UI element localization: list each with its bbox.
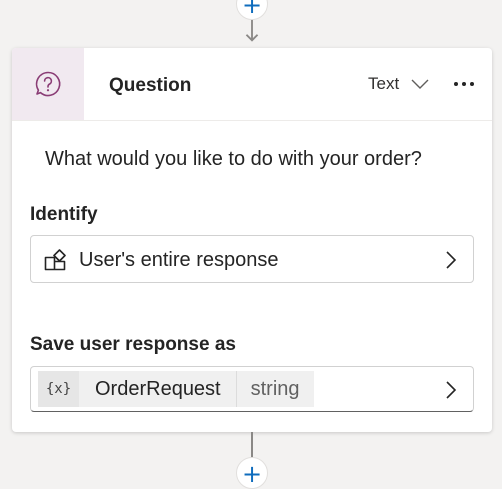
node-header: Question Text	[12, 48, 492, 121]
entity-shapes-icon	[44, 249, 66, 271]
variable-icon: {x}	[38, 371, 79, 407]
node-title: Question	[109, 75, 192, 96]
ellipsis-icon	[454, 82, 474, 86]
more-options-button[interactable]	[450, 72, 478, 96]
question-prompt[interactable]: What would you like to do with your orde…	[45, 148, 422, 171]
question-bubble-icon	[35, 71, 61, 97]
plus-icon: +	[241, 0, 263, 19]
chevron-right-icon	[446, 381, 457, 399]
response-type-value: Text	[368, 74, 400, 93]
add-node-bottom-button[interactable]: +	[236, 457, 268, 489]
connector-line	[251, 432, 253, 458]
plus-icon: +	[241, 460, 263, 488]
variable-chip[interactable]: {x} OrderRequest string	[38, 371, 314, 407]
save-variable-selector[interactable]: {x} OrderRequest string	[30, 366, 474, 412]
response-type-dropdown[interactable]: Text	[368, 72, 429, 96]
chevron-right-icon	[446, 251, 457, 269]
identify-label: Identify	[30, 204, 98, 225]
identify-selector[interactable]: User's entire response	[30, 235, 474, 283]
question-node-card: Question Text What would you like to do …	[12, 48, 492, 432]
identify-value: User's entire response	[79, 249, 279, 271]
connector-arrow-icon	[245, 20, 259, 42]
variable-type: string	[236, 371, 314, 407]
chevron-down-icon	[411, 79, 429, 89]
variable-name: OrderRequest	[79, 371, 237, 407]
node-icon-container	[12, 48, 84, 120]
add-node-top-button[interactable]: +	[236, 0, 268, 20]
save-response-label: Save user response as	[30, 334, 236, 355]
